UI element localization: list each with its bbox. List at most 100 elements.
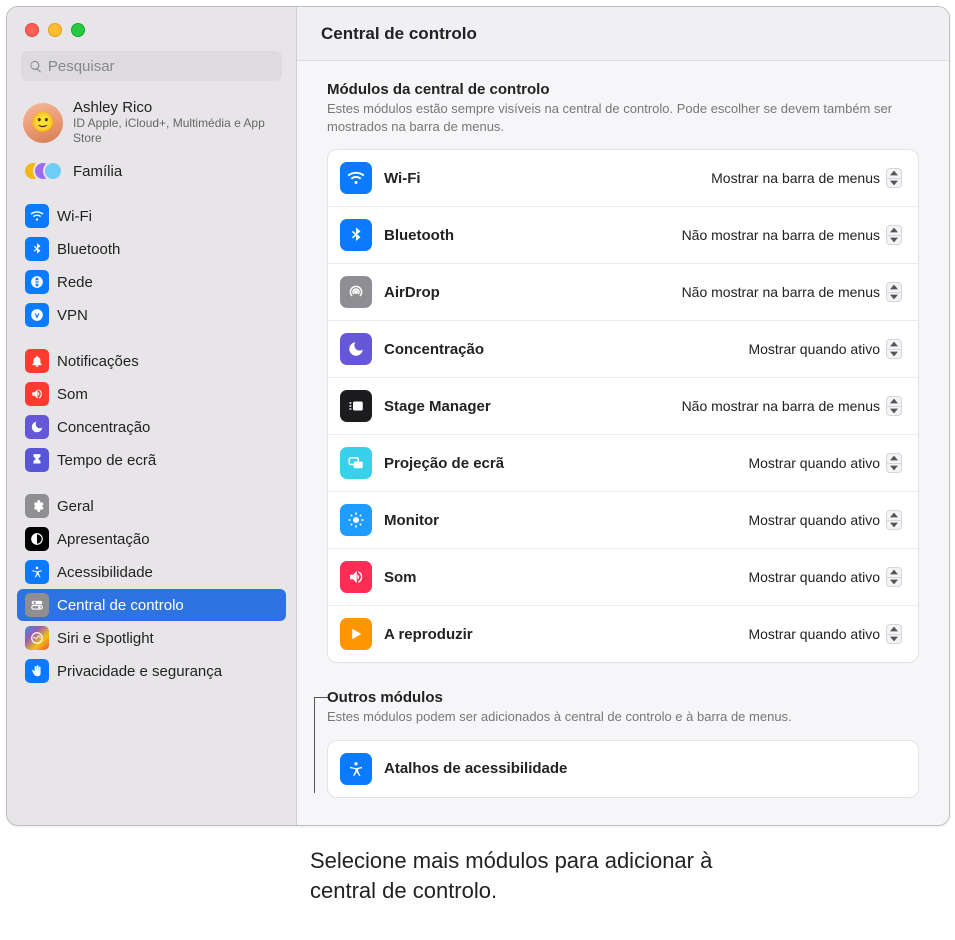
hand-icon	[25, 659, 49, 683]
callout-line	[314, 697, 315, 793]
sidebar-item-concentra-o[interactable]: Concentração	[17, 411, 286, 443]
module-select-airdrop[interactable]: Não mostrar na barra de menus	[672, 279, 906, 305]
module-select-a-reproduzir[interactable]: Mostrar quando ativo	[738, 621, 906, 647]
sidebar-item-label: Notificações	[57, 353, 139, 370]
play-icon	[340, 618, 372, 650]
module-label: Concentração	[384, 341, 726, 358]
module-row-accessibility-shortcuts[interactable]: Atalhos de acessibilidade	[328, 741, 918, 797]
sidebar-item-label: Tempo de ecrã	[57, 452, 156, 469]
stepper-icon	[886, 282, 902, 302]
module-select-wi-fi[interactable]: Mostrar na barra de menus	[701, 165, 906, 191]
module-row-stage-manager: Stage Manager Não mostrar na barra de me…	[328, 378, 918, 435]
family-icon	[23, 158, 63, 184]
sidebar-item-label: Bluetooth	[57, 241, 120, 258]
stepper-icon	[886, 510, 902, 530]
module-select-value: Mostrar quando ativo	[748, 626, 880, 642]
sidebar-item-rede[interactable]: Rede	[17, 266, 286, 298]
bell-icon	[25, 349, 49, 373]
settings-window: 🙂 Ashley Rico ID Apple, iCloud+, Multimé…	[6, 6, 950, 826]
module-row-wi-fi: Wi-Fi Mostrar na barra de menus	[328, 150, 918, 207]
section-title: Módulos da central de controlo	[327, 81, 919, 98]
module-label: Atalhos de acessibilidade	[384, 760, 906, 777]
sidebar-item-label: Siri e Spotlight	[57, 630, 154, 647]
stepper-icon	[886, 168, 902, 188]
module-select-value: Não mostrar na barra de menus	[682, 227, 880, 243]
minimize-button[interactable]	[48, 23, 62, 37]
module-select-concentra-o[interactable]: Mostrar quando ativo	[738, 336, 906, 362]
module-label: Wi-Fi	[384, 170, 689, 187]
module-row-concentra-o: Concentração Mostrar quando ativo	[328, 321, 918, 378]
module-select-value: Não mostrar na barra de menus	[682, 398, 880, 414]
content: Módulos da central de controlo Estes mód…	[297, 61, 949, 825]
close-button[interactable]	[25, 23, 39, 37]
vpn-icon	[25, 303, 49, 327]
module-select-stage-manager[interactable]: Não mostrar na barra de menus	[672, 393, 906, 419]
search-input[interactable]	[48, 58, 274, 75]
module-row-bluetooth: Bluetooth Não mostrar na barra de menus	[328, 207, 918, 264]
profile-sub: ID Apple, iCloud+, Multimédia e App Stor…	[73, 116, 280, 146]
module-label: Projeção de ecrã	[384, 455, 726, 472]
sidebar-list: 🙂 Ashley Rico ID Apple, iCloud+, Multimé…	[7, 91, 296, 711]
other-module-list: Atalhos de acessibilidade	[327, 740, 919, 798]
sidebar-item-notifica-es[interactable]: Notificações	[17, 345, 286, 377]
titlebar: Central de controlo	[297, 7, 949, 61]
sidebar-item-label: Rede	[57, 274, 93, 291]
sidebar-item-vpn[interactable]: VPN	[17, 299, 286, 331]
sidebar-item-label: Wi-Fi	[57, 208, 92, 225]
stepper-icon	[886, 396, 902, 416]
sidebar: 🙂 Ashley Rico ID Apple, iCloud+, Multimé…	[7, 7, 297, 825]
module-select-value: Não mostrar na barra de menus	[682, 284, 880, 300]
sidebar-family[interactable]: Família	[17, 154, 286, 190]
airdrop-icon	[340, 276, 372, 308]
module-select-value: Mostrar quando ativo	[748, 455, 880, 471]
search-field[interactable]	[21, 51, 282, 81]
module-label: Stage Manager	[384, 398, 660, 415]
module-select-bluetooth[interactable]: Não mostrar na barra de menus	[672, 222, 906, 248]
module-select-value: Mostrar quando ativo	[748, 512, 880, 528]
sound-icon	[25, 382, 49, 406]
sidebar-item-bluetooth[interactable]: Bluetooth	[17, 233, 286, 265]
sidebar-item-privacidade-e-seguran-a[interactable]: Privacidade e segurança	[17, 655, 286, 687]
page-title: Central de controlo	[321, 24, 477, 44]
hourglass-icon	[25, 448, 49, 472]
module-label: AirDrop	[384, 284, 660, 301]
wifi-icon	[340, 162, 372, 194]
siri-icon	[25, 626, 49, 650]
appearance-icon	[25, 527, 49, 551]
stepper-icon	[886, 567, 902, 587]
screens-icon	[340, 447, 372, 479]
sidebar-item-central-de-controlo[interactable]: Central de controlo	[17, 589, 286, 621]
callout-text: Selecione mais módulos para adicionar à …	[310, 846, 740, 905]
sidebar-item-label: VPN	[57, 307, 88, 324]
sidebar-item-label: Concentração	[57, 419, 150, 436]
sidebar-item-geral[interactable]: Geral	[17, 490, 286, 522]
zoom-button[interactable]	[71, 23, 85, 37]
sidebar-item-som[interactable]: Som	[17, 378, 286, 410]
module-label: A reproduzir	[384, 626, 726, 643]
sidebar-item-apresenta-o[interactable]: Apresentação	[17, 523, 286, 555]
search-icon	[29, 59, 43, 74]
sidebar-item-tempo-de-ecr[interactable]: Tempo de ecrã	[17, 444, 286, 476]
module-select-som[interactable]: Mostrar quando ativo	[738, 564, 906, 590]
module-select-proje-o-de-ecr[interactable]: Mostrar quando ativo	[738, 450, 906, 476]
sidebar-item-acessibilidade[interactable]: Acessibilidade	[17, 556, 286, 588]
module-select-monitor[interactable]: Mostrar quando ativo	[738, 507, 906, 533]
stage-icon	[340, 390, 372, 422]
bluetooth-icon	[25, 237, 49, 261]
sidebar-item-siri-e-spotlight[interactable]: Siri e Spotlight	[17, 622, 286, 654]
moon-icon	[340, 333, 372, 365]
section-other: Outros módulos Estes módulos podem ser a…	[327, 689, 919, 798]
avatar: 🙂	[23, 103, 63, 143]
module-label: Bluetooth	[384, 227, 660, 244]
module-row-airdrop: AirDrop Não mostrar na barra de menus	[328, 264, 918, 321]
stepper-icon	[886, 624, 902, 644]
stepper-icon	[886, 453, 902, 473]
acc-icon	[25, 560, 49, 584]
wifi-icon	[25, 204, 49, 228]
globe-icon	[25, 270, 49, 294]
window-controls	[7, 7, 296, 51]
sidebar-item-wi-fi[interactable]: Wi-Fi	[17, 200, 286, 232]
module-row-monitor: Monitor Mostrar quando ativo	[328, 492, 918, 549]
module-label: Som	[384, 569, 726, 586]
sidebar-apple-id[interactable]: 🙂 Ashley Rico ID Apple, iCloud+, Multimé…	[17, 93, 286, 154]
